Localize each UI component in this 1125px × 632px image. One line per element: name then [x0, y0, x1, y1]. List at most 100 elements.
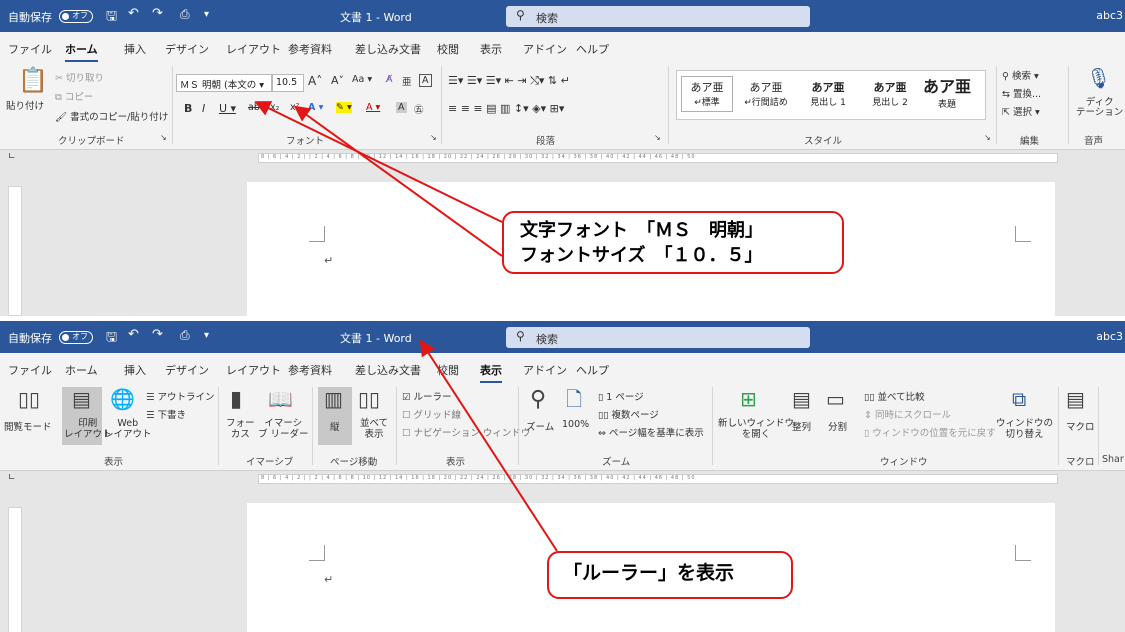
paste-icon[interactable]: 📋 — [18, 68, 48, 92]
tab-file[interactable]: ファイル — [8, 362, 52, 378]
font-color-icon[interactable]: A ▾ — [366, 102, 380, 113]
select-button[interactable]: ⇱ 選択 ▾ — [1002, 104, 1040, 118]
style-heading1[interactable]: あア亜 見出し 1 — [799, 79, 857, 108]
print-layout-icon[interactable]: ▤ — [72, 389, 91, 409]
compare-button[interactable]: ▯▯ 並べて比較 — [864, 389, 925, 403]
underline-icon[interactable]: U ▾ — [219, 102, 236, 115]
account-name[interactable]: abc3 — [1096, 9, 1123, 22]
vertical-icon[interactable]: ▥ — [324, 389, 343, 409]
redo-icon[interactable]: ↷ — [152, 6, 163, 21]
format-painter-button[interactable]: 🖌 書式のコピー/貼り付け — [55, 109, 168, 123]
split-icon[interactable]: ▭ — [826, 389, 845, 409]
read-mode-button[interactable]: 閲覧モード — [4, 419, 52, 433]
cut-button[interactable]: ✂ 切り取り — [55, 70, 104, 84]
format-icon[interactable]: ⎙ — [180, 7, 190, 22]
arrange-icon[interactable]: ▤ — [792, 389, 811, 409]
tab-view[interactable]: 表示 — [480, 41, 502, 57]
dictate-button[interactable]: ディク テーション — [1076, 97, 1123, 119]
bullets-icon[interactable]: ☰▾ ☰▾ ☰▾ ⇤ ⇥ ⤭▾ ⇅ ↵ — [448, 74, 570, 88]
macro-icon[interactable]: ▤ — [1066, 389, 1085, 409]
web-layout-button[interactable]: Web レイアウト — [104, 418, 152, 441]
tab-design[interactable]: デザイン — [165, 41, 209, 57]
change-case-icon[interactable]: Aa ▾ — [352, 74, 372, 85]
switch-windows-button[interactable]: ウィンドウの 切り替え — [996, 418, 1053, 441]
tab-selector[interactable]: ∟ — [8, 152, 16, 162]
redo-icon[interactable]: ↷ — [152, 327, 163, 342]
multiple-pages-button[interactable]: ▯▯ 複数ページ — [598, 407, 659, 421]
clear-format-icon[interactable]: A̸ — [386, 74, 393, 85]
gridlines-checkbox[interactable]: ☐ グリッド線 — [402, 407, 461, 421]
shrink-font-icon[interactable]: A˅ — [331, 74, 344, 87]
side-by-side-button[interactable]: 並べて 表示 — [360, 418, 388, 441]
bold-icon[interactable]: B — [184, 102, 192, 115]
autosave-toggle[interactable]: オフ — [59, 331, 93, 344]
tab-addins[interactable]: アドイン — [523, 362, 567, 378]
tab-design[interactable]: デザイン — [165, 362, 209, 378]
ruler-checkbox[interactable]: ☑ ルーラー — [402, 389, 452, 403]
highlight-icon[interactable]: ✎ ▾ — [336, 102, 352, 113]
copy-button[interactable]: ⧉ コピー — [55, 89, 93, 103]
read-mode-icon[interactable]: ▯▯ — [18, 389, 40, 409]
dialog-launcher-icon[interactable]: ↘ — [160, 133, 167, 142]
horizontal-ruler[interactable]: ∟ 8 | 6 | 4 | 2 | | 2 | 4 | 6 | 8 | 10 |… — [0, 150, 1125, 166]
italic-icon[interactable]: I — [202, 102, 205, 115]
find-button[interactable]: ⚲ 検索 ▾ — [1002, 68, 1039, 82]
style-no-spacing[interactable]: あア亜 ↵行間詰め — [737, 79, 795, 108]
styles-gallery[interactable]: あア亜 ↵標準 あア亜 ↵行間詰め あア亜 見出し 1 あア亜 見出し 2 あア亜 表題 — [676, 70, 986, 120]
switch-windows-icon[interactable]: ⧉ — [1012, 389, 1026, 409]
tab-mailings[interactable]: 差し込み文書 — [355, 362, 421, 378]
tab-review[interactable]: 校閲 — [437, 41, 459, 57]
side-by-side-icon[interactable]: ▯▯ — [358, 389, 380, 409]
dialog-launcher-icon[interactable]: ↘ — [654, 133, 661, 142]
strikethrough-icon[interactable]: ab — [248, 102, 260, 113]
style-heading2[interactable]: あア亜 見出し 2 — [861, 79, 919, 108]
hundred-percent-button[interactable]: 100% — [562, 419, 589, 430]
search-box[interactable]: ⚲ 検索 — [506, 327, 810, 348]
enclose-char-icon[interactable]: ㊄ — [414, 102, 424, 116]
tab-insert[interactable]: 挿入 — [124, 41, 146, 57]
arrange-button[interactable]: 整列 — [792, 419, 811, 433]
zoom-icon[interactable]: ⚲ — [530, 389, 546, 411]
undo-icon[interactable]: ↶ — [128, 6, 139, 21]
font-name-combo[interactable]: ＭＳ 明朝 (本文の ▾ — [176, 74, 272, 92]
undo-icon[interactable]: ↶ — [128, 327, 139, 342]
zoom-button[interactable]: ズーム — [526, 419, 554, 433]
format-icon[interactable]: ⎙ — [180, 328, 190, 343]
web-layout-icon[interactable]: 🌐 — [110, 389, 135, 409]
replace-button[interactable]: ⇆ 置換... — [1002, 86, 1041, 100]
char-border-icon[interactable]: A — [419, 74, 432, 87]
char-shading-icon[interactable]: A — [396, 102, 407, 113]
split-button[interactable]: 分割 — [828, 419, 847, 433]
outline-button[interactable]: ☰ アウトライン — [146, 389, 215, 403]
style-normal[interactable]: あア亜 ↵標準 — [681, 76, 733, 112]
account-name[interactable]: abc3 — [1096, 330, 1123, 343]
horizontal-ruler[interactable]: ∟ 8 | 6 | 4 | 2 | | 2 | 4 | 6 | 8 | 10 |… — [0, 471, 1125, 487]
page-width-button[interactable]: ⇔ ページ幅を基準に表示 — [598, 425, 704, 439]
style-title[interactable]: あア亜 表題 — [917, 73, 977, 110]
immersive-reader-icon[interactable]: 📖 — [268, 389, 293, 409]
macro-button[interactable]: マクロ — [1066, 419, 1095, 433]
tab-layout[interactable]: レイアウト — [226, 362, 281, 378]
microphone-icon[interactable]: 🎙 — [1086, 68, 1111, 88]
new-window-icon[interactable]: ⊞ — [740, 389, 757, 409]
dialog-launcher-icon[interactable]: ↘ — [984, 133, 991, 142]
superscript-icon[interactable]: x² — [290, 102, 299, 113]
autosave-toggle[interactable]: オフ — [59, 10, 93, 23]
focus-button[interactable]: フォー カス — [226, 418, 255, 441]
vertical-button[interactable]: 縦 — [330, 419, 340, 433]
tab-home[interactable]: ホーム — [65, 362, 98, 378]
focus-icon[interactable]: ▮ — [230, 389, 242, 411]
tab-help[interactable]: ヘルプ — [576, 41, 609, 57]
customize-qat-icon[interactable]: ▾ — [204, 330, 209, 341]
sync-scroll-button[interactable]: ⇕ 同時にスクロール — [864, 407, 951, 421]
font-size-combo[interactable]: 10.5 — [272, 74, 304, 92]
one-page-button[interactable]: ▯ 1 ページ — [598, 389, 644, 403]
phonetic-guide-icon[interactable]: 亜 — [402, 74, 412, 88]
paste-button[interactable]: 貼り付け — [6, 98, 44, 112]
tab-review[interactable]: 校閲 — [437, 362, 459, 378]
nav-pane-checkbox[interactable]: ☐ ナビゲーション ウィンドウ — [402, 425, 530, 439]
new-window-button[interactable]: 新しいウィンドウ を開く — [718, 418, 794, 441]
tab-selector[interactable]: ∟ — [8, 473, 16, 483]
hundred-percent-icon[interactable]: 🗋 — [566, 389, 582, 409]
subscript-icon[interactable]: x₂ — [270, 102, 279, 113]
